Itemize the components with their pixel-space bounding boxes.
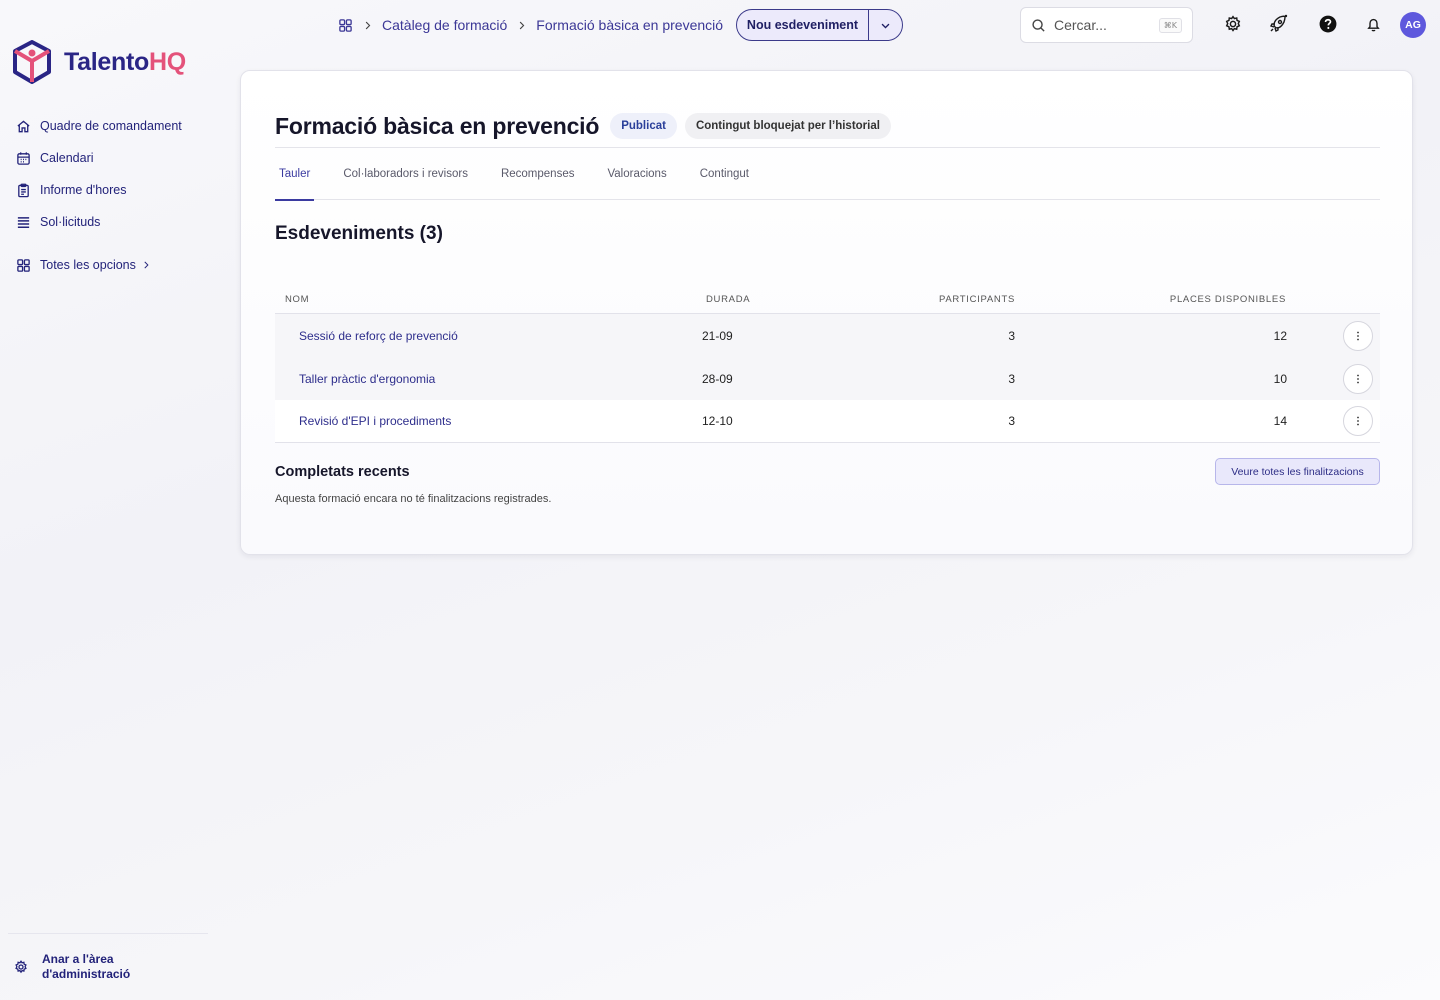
help-icon [1319, 15, 1337, 33]
more-vertical-icon [1357, 416, 1359, 426]
sidebar-item-calendar[interactable]: Calendari [16, 142, 182, 174]
logo-text: TalentoHQ [64, 48, 186, 77]
row-actions-button[interactable] [1343, 320, 1373, 351]
search-input[interactable] [1054, 17, 1144, 33]
rocket-icon [1270, 14, 1288, 32]
column-header-available[interactable]: PLACES DISPONIBLES [1015, 294, 1287, 305]
event-participants: 3 [1008, 414, 1015, 428]
locked-content-badge: Contingut bloquejat per l’historial [684, 113, 891, 139]
view-all-completions-button[interactable]: Veure totes les finalitzacions [1215, 458, 1380, 485]
app-logo[interactable]: TalentoHQ [12, 40, 186, 84]
event-participants: 3 [1008, 371, 1015, 386]
sidebar-item-label: Calendari [40, 151, 94, 165]
event-participants: 3 [1008, 328, 1015, 343]
status-badge: Publicat [610, 113, 677, 139]
event-duration: 12-10 [702, 414, 733, 428]
sidebar-item-label: Totes les opcions [40, 258, 136, 272]
page-title: Formació bàsica en prevenció [275, 112, 600, 139]
settings-button[interactable] [1223, 14, 1243, 34]
event-available-seats: 14 [1273, 414, 1287, 428]
chevron-right-icon [365, 21, 371, 29]
chevron-down-icon [881, 23, 890, 29]
breadcrumb-item-current[interactable]: Formació bàsica en prevenció [536, 17, 723, 33]
sidebar-item-label: Quadre de comandament [40, 119, 182, 133]
avatar[interactable]: AG [1400, 12, 1426, 38]
chevron-right-icon [520, 21, 525, 29]
tab-bar: Tauler Col·laboradors i revisors Recompe… [275, 156, 1380, 201]
logo-text-primary: Talento [64, 47, 149, 76]
new-event-split-button: Nou esdeveniment [736, 9, 903, 41]
search-shortcut: ⌘K [1158, 17, 1182, 33]
event-duration: 21-09 [702, 328, 733, 343]
row-actions-button[interactable] [1343, 363, 1373, 394]
table-header: NOM DURADA PARTICIPANTS PLACES DISPONIBL… [275, 285, 1380, 314]
chevron-right-icon [144, 261, 149, 269]
sidebar-item-timesheet[interactable]: Informe d'hores [16, 174, 182, 206]
launch-button[interactable] [1268, 14, 1288, 34]
breadcrumb: Catàleg de formació Formació bàsica en p… [338, 14, 723, 36]
tab-ratings[interactable]: Valoracions [607, 156, 683, 200]
sidebar-item-all-options[interactable]: Totes les opcions [16, 249, 182, 281]
recent-completions-title: Completats recents [275, 464, 410, 480]
grid-icon [17, 258, 30, 272]
column-header-name[interactable]: NOM [275, 294, 702, 305]
new-event-dropdown-button[interactable] [869, 10, 902, 40]
event-name-link[interactable]: Revisió d'EPI i procediments [299, 414, 451, 428]
more-vertical-icon [1357, 374, 1359, 383]
breadcrumb-item-catalog[interactable]: Catàleg de formació [382, 17, 507, 33]
home-icon [17, 119, 30, 132]
tab-rewards[interactable]: Recompenses [501, 156, 592, 200]
events-table: NOM DURADA PARTICIPANTS PLACES DISPONIBL… [275, 285, 1380, 443]
tab-content[interactable]: Contingut [700, 156, 766, 200]
new-event-button[interactable]: Nou esdeveniment [737, 10, 869, 40]
notifications-button[interactable] [1363, 14, 1383, 34]
admin-link-label: Anar a l'àrea d'administració [42, 952, 131, 981]
list-icon [17, 216, 30, 228]
admin-link[interactable]: Anar a l'àrea d'administració [8, 933, 208, 982]
table-row: Revisió d'EPI i procediments 12-10 3 14 [275, 400, 1380, 443]
more-vertical-icon [1357, 331, 1359, 340]
event-name-link[interactable]: Taller pràctic d'ergonomia [299, 372, 435, 386]
training-card: Formació bàsica en prevenció Publicat Co… [240, 70, 1413, 555]
card-header: Formació bàsica en prevenció Publicat Co… [275, 105, 1380, 148]
event-name-link[interactable]: Sessió de reforç de prevenció [299, 329, 458, 343]
gear-icon [15, 960, 27, 974]
recent-completions-empty: Aquesta formació encara no té finalitzac… [275, 493, 552, 505]
event-duration: 28-09 [702, 371, 733, 386]
logo-text-accent: HQ [148, 47, 186, 76]
bell-icon [1366, 18, 1380, 31]
events-section-title: Esdeveniments (3) [275, 223, 443, 244]
sidebar-item-dashboard[interactable]: Quadre de comandament [16, 110, 182, 142]
gear-icon [1225, 15, 1241, 32]
logo-icon [13, 40, 51, 84]
tab-collaborators[interactable]: Col·laboradors i revisors [343, 156, 485, 200]
event-available-seats: 10 [1273, 371, 1287, 386]
table-row: Sessió de reforç de prevenció 21-09 3 12 [275, 314, 1380, 357]
calendar-icon [17, 151, 30, 165]
column-header-duration[interactable]: DURADA [702, 294, 862, 305]
grid-icon[interactable] [338, 18, 353, 33]
table-row: Taller pràctic d'ergonomia 28-09 3 10 [275, 357, 1380, 400]
row-actions-button[interactable] [1343, 406, 1373, 436]
help-button[interactable] [1318, 14, 1338, 34]
column-header-participants[interactable]: PARTICIPANTS [862, 294, 1015, 305]
search-box: ⌘K [1020, 7, 1193, 43]
event-available-seats: 12 [1273, 328, 1287, 343]
table-body: Sessió de reforç de prevenció 21-09 3 12… [275, 314, 1380, 443]
sidebar: TalentoHQ Quadre de comandament Calendar… [0, 0, 215, 1000]
sidebar-nav: Quadre de comandament Calendari Informe … [16, 110, 182, 281]
search-icon [1032, 18, 1045, 32]
tab-dashboard[interactable]: Tauler [275, 156, 315, 201]
sidebar-item-requests[interactable]: Sol·licituds [16, 206, 182, 238]
sidebar-item-label: Sol·licituds [40, 215, 101, 229]
clipboard-icon [18, 183, 29, 197]
sidebar-item-label: Informe d'hores [40, 183, 127, 197]
